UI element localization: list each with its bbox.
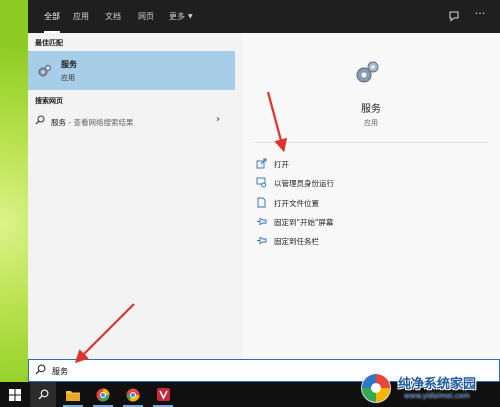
tab-more-label: 更多 [169, 12, 185, 21]
detail-subtitle: 应用 [364, 119, 378, 127]
open-file-location-label: 打开文件位置 [274, 199, 319, 208]
search-input[interactable] [52, 364, 172, 378]
open-icon [256, 158, 267, 169]
tab-documents[interactable]: 文档 [105, 0, 121, 33]
gear-icon [37, 63, 52, 78]
search-icon[interactable] [30, 382, 56, 407]
best-match-title: 服务 [61, 60, 77, 69]
divider [254, 142, 488, 143]
web-query: 服务 [51, 118, 66, 127]
tab-more[interactable]: 更多 ▼ [169, 0, 193, 33]
file-explorer-icon[interactable] [60, 382, 86, 407]
app-icon[interactable] [150, 382, 176, 407]
browser-icon[interactable] [90, 382, 116, 407]
search-icon [35, 364, 46, 378]
web-search-header: 搜索网页 [35, 97, 63, 105]
best-match-header: 最佳匹配 [35, 39, 63, 47]
watermark-url: www.yidaimei.com [404, 392, 470, 400]
tab-web[interactable]: 网页 [138, 0, 154, 33]
open-action[interactable]: 打开 [256, 156, 456, 172]
detail-pane: 服务 应用 打开 以管理员身份运行 打开文件位置 固定到"开始"屏幕 固定到任务… [242, 33, 500, 361]
watermark-logo: 纯净系统家园 www.yidaimei.com [350, 370, 500, 407]
tab-apps[interactable]: 应用 [73, 0, 89, 33]
run-as-admin-action[interactable]: 以管理员身份运行 [256, 175, 456, 191]
open-label: 打开 [274, 160, 289, 169]
search-icon [35, 115, 45, 128]
chrome-icon[interactable] [120, 382, 146, 407]
desktop-glow [0, 0, 28, 407]
best-match-subtitle: 应用 [61, 74, 75, 82]
more-options-icon[interactable]: ··· [474, 8, 486, 20]
tab-all[interactable]: 全部 [44, 0, 60, 33]
results-list: 最佳匹配 服务 应用 搜索网页 服务 - 查看网络搜索结果 › [28, 33, 242, 361]
pin-to-start-action[interactable]: 固定到"开始"屏幕 [256, 214, 456, 230]
chevron-right-icon[interactable]: › [216, 114, 220, 125]
search-filter-bar: 全部 应用 文档 网页 更多 ▼ ··· [28, 0, 500, 33]
pin-to-taskbar-label: 固定到任务栏 [274, 237, 319, 246]
pin-to-start-label: 固定到"开始"屏幕 [274, 218, 334, 227]
pin-icon [256, 235, 267, 246]
windows-start-icon[interactable] [2, 382, 28, 407]
detail-title: 服务 [361, 104, 381, 115]
pin-icon [256, 216, 267, 227]
pin-to-taskbar-action[interactable]: 固定到任务栏 [256, 233, 456, 249]
best-match-item[interactable]: 服务 应用 [28, 51, 235, 90]
file-icon [256, 197, 267, 208]
feedback-icon[interactable] [448, 10, 460, 22]
web-search-result[interactable]: 服务 - 查看网络搜索结果 › [28, 111, 242, 131]
admin-icon [256, 177, 267, 188]
web-result-text: 服务 - 查看网络搜索结果 [51, 117, 133, 128]
web-result-suffix: - 查看网络搜索结果 [66, 118, 134, 127]
chevron-down-icon: ▼ [188, 13, 193, 20]
run-as-admin-label: 以管理员身份运行 [274, 179, 334, 188]
search-panel: 全部 应用 文档 网页 更多 ▼ ··· 最佳匹配 服务 应用 搜索网页 服务 … [28, 0, 500, 382]
gear-icon [353, 58, 381, 86]
open-file-location-action[interactable]: 打开文件位置 [256, 195, 456, 211]
watermark-text: 纯净系统家园 [398, 377, 477, 392]
